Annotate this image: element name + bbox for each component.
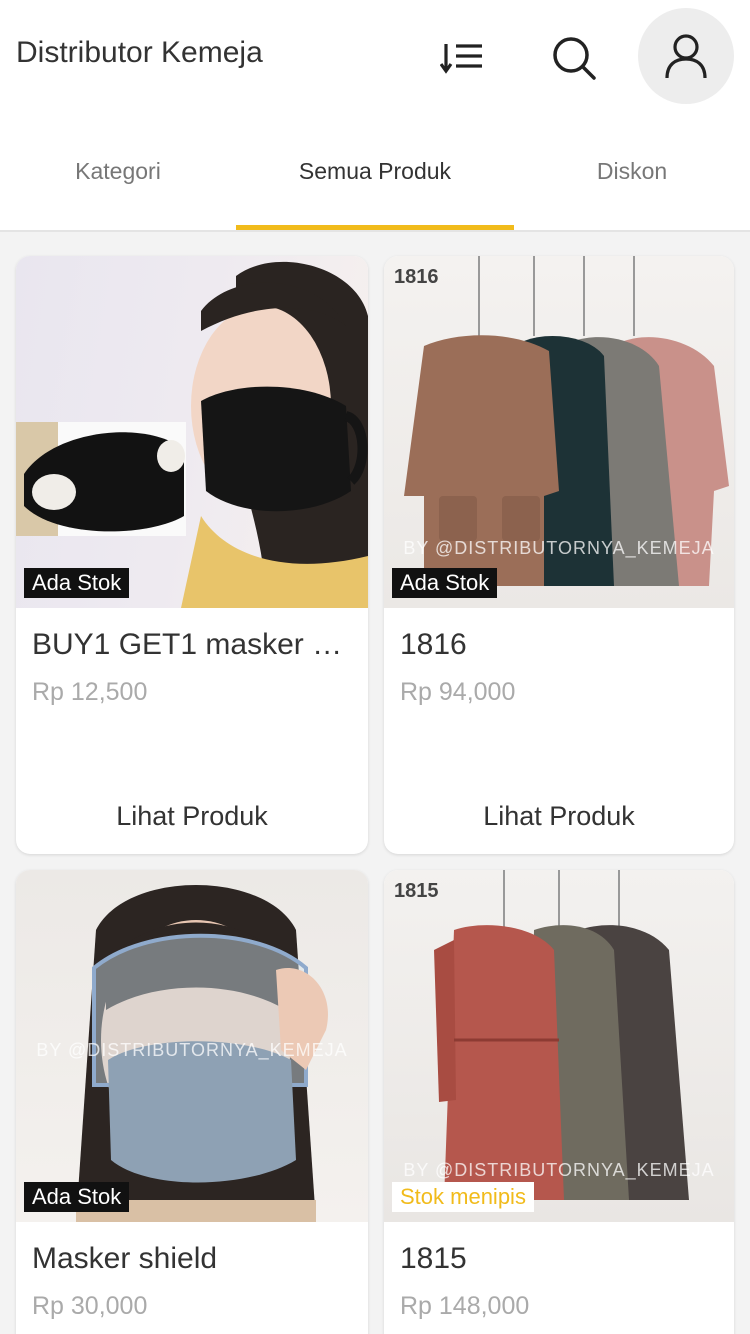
active-tab-indicator	[236, 225, 514, 230]
product-card[interactable]: Ada Stok BUY1 GET1 masker … Rp 12,500 Li…	[16, 256, 368, 854]
tab-kategori[interactable]: Kategori	[0, 112, 236, 230]
stock-badge: Stok menipis	[392, 1182, 534, 1212]
product-card[interactable]: 1816 BY @DISTRIBUTORNYA_KEMEJA Ada Stok …	[384, 256, 734, 854]
tab-diskon[interactable]: Diskon	[514, 112, 750, 230]
product-image: BY @DISTRIBUTORNYA_KEMEJA Ada Stok	[16, 870, 368, 1222]
product-card[interactable]: 1815 BY @DISTRIBUTORNYA_KEMEJA Stok meni…	[384, 870, 734, 1334]
product-image: Ada Stok	[16, 256, 368, 608]
product-name: Masker shield	[32, 1242, 218, 1275]
mask-photo-illustration	[16, 261, 368, 608]
product-image: 1816 BY @DISTRIBUTORNYA_KEMEJA Ada Stok	[384, 256, 734, 608]
product-price: Rp 94,000	[400, 678, 516, 706]
product-card[interactable]: BY @DISTRIBUTORNYA_KEMEJA Ada Stok Maske…	[16, 870, 368, 1334]
app-header: Distributor Kemeja	[0, 0, 750, 112]
stock-badge: Ada Stok	[392, 568, 498, 598]
product-name: 1816	[400, 628, 467, 661]
image-code-label: 1816	[394, 266, 439, 288]
product-price: Rp 30,000	[32, 1292, 148, 1320]
image-code-label: 1815	[394, 880, 439, 902]
sort-button[interactable]	[414, 10, 510, 106]
user-icon	[665, 34, 707, 79]
stock-badge: Ada Stok	[24, 1182, 130, 1212]
product-image: 1815 BY @DISTRIBUTORNYA_KEMEJA Stok meni…	[384, 870, 734, 1222]
stock-badge: Ada Stok	[24, 568, 130, 598]
app-title: Distributor Kemeja	[16, 36, 263, 69]
view-product-button[interactable]: Lihat Produk	[384, 801, 734, 832]
app-root: Distributor Kemeja Kategori Semua Produk…	[0, 0, 750, 1334]
image-watermark: BY @DISTRIBUTORNYA_KEMEJA	[403, 1160, 715, 1180]
image-watermark: BY @DISTRIBUTORNYA_KEMEJA	[403, 538, 715, 558]
product-name: BUY1 GET1 masker …	[32, 628, 343, 661]
profile-button[interactable]	[638, 8, 734, 104]
sort-descending-list-icon	[440, 44, 482, 74]
search-button[interactable]	[526, 10, 622, 106]
search-icon	[553, 37, 596, 80]
image-watermark: BY @DISTRIBUTORNYA_KEMEJA	[36, 1040, 348, 1060]
view-product-button[interactable]: Lihat Produk	[16, 801, 368, 832]
product-name: 1815	[400, 1242, 467, 1275]
tab-bar: Kategori Semua Produk Diskon	[0, 112, 750, 232]
product-price: Rp 12,500	[32, 678, 148, 706]
tab-semua-produk[interactable]: Semua Produk	[236, 112, 514, 230]
product-price: Rp 148,000	[400, 1292, 530, 1320]
